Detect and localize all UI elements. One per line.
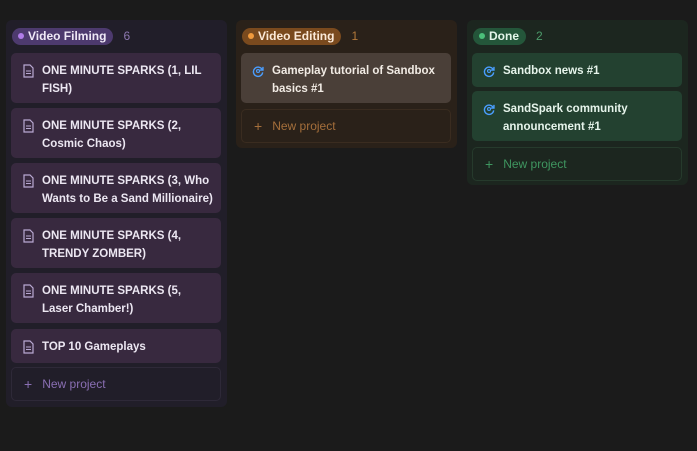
project-card[interactable]: TOP 10 Gameplays (11, 329, 221, 363)
new-project-label: New project (503, 157, 567, 171)
card-title: TOP 10 Gameplays (42, 341, 146, 353)
card-count: 1 (351, 29, 359, 43)
refresh-search-icon (483, 66, 495, 78)
new-project-label: New project (42, 377, 106, 391)
card-title: ONE MINUTE SPARKS (2, Cosmic Chaos) (42, 120, 182, 150)
new-project-button[interactable]: + New project (241, 109, 451, 143)
document-icon (23, 340, 34, 354)
column-title: Video Editing (258, 29, 335, 43)
status-pill-done[interactable]: Done (473, 27, 526, 45)
new-project-button[interactable]: + New project (472, 147, 682, 181)
card-count: 2 (536, 29, 543, 43)
card-title: ONE MINUTE SPARKS (3, Who Wants to Be a … (42, 175, 213, 205)
card-title: ONE MINUTE SPARKS (1, LIL FISH) (42, 65, 202, 95)
new-project-button[interactable]: + New project (11, 367, 221, 401)
card-title: ONE MINUTE SPARKS (4, TRENDY ZOMBER) (42, 230, 182, 260)
new-project-label: New project (272, 119, 336, 133)
status-pill-video-filming[interactable]: Video Filming (12, 27, 114, 45)
status-dot-icon (18, 33, 24, 39)
project-card[interactable]: ONE MINUTE SPARKS (1, LIL FISH) (11, 53, 221, 103)
column-header: Video Filming 6 (12, 27, 130, 45)
plus-icon: + (485, 156, 494, 172)
plus-icon: + (24, 376, 33, 392)
card-title: ONE MINUTE SPARKS (5, Laser Chamber!) (42, 285, 182, 315)
project-card[interactable]: ONE MINUTE SPARKS (2, Cosmic Chaos) (11, 108, 221, 158)
document-icon (23, 174, 34, 188)
card-title: Sandbox news #1 (503, 65, 600, 77)
status-dot-icon (248, 33, 254, 39)
project-card[interactable]: ONE MINUTE SPARKS (4, TRENDY ZOMBER) (11, 218, 221, 268)
card-count: 6 (123, 29, 131, 43)
document-icon (23, 284, 34, 298)
document-icon (23, 119, 34, 133)
column-video-filming: Video Filming 6 ONE MINUTE SPARKS (1, LI… (6, 20, 227, 407)
project-card[interactable]: ONE MINUTE SPARKS (5, Laser Chamber!) (11, 273, 221, 323)
refresh-search-icon (483, 104, 495, 116)
document-icon (23, 229, 34, 243)
plus-icon: + (254, 118, 263, 134)
status-dot-icon (479, 33, 485, 39)
card-title: Gameplay tutorial of Sandbox basics #1 (272, 65, 435, 95)
project-card[interactable]: SandSpark community announcement #1 (472, 91, 682, 141)
kanban-board: Video Filming 6 ONE MINUTE SPARKS (1, LI… (0, 0, 697, 451)
column-done: Done 2 Sandbox news #1 SandSpark communi… (467, 20, 688, 185)
project-card[interactable]: Sandbox news #1 (472, 53, 682, 87)
column-video-editing: Video Editing 1 Gameplay tutorial of San… (236, 20, 457, 148)
refresh-search-icon (252, 66, 264, 78)
document-icon (23, 64, 34, 78)
status-pill-video-editing[interactable]: Video Editing (242, 27, 342, 45)
column-title: Video Filming (28, 29, 107, 43)
column-header: Video Editing 1 (242, 27, 358, 45)
project-card[interactable]: Gameplay tutorial of Sandbox basics #1 (241, 53, 451, 103)
column-header: Done 2 (473, 27, 543, 45)
project-card[interactable]: ONE MINUTE SPARKS (3, Who Wants to Be a … (11, 163, 221, 213)
card-title: SandSpark community announcement #1 (503, 103, 628, 133)
column-title: Done (489, 29, 519, 43)
